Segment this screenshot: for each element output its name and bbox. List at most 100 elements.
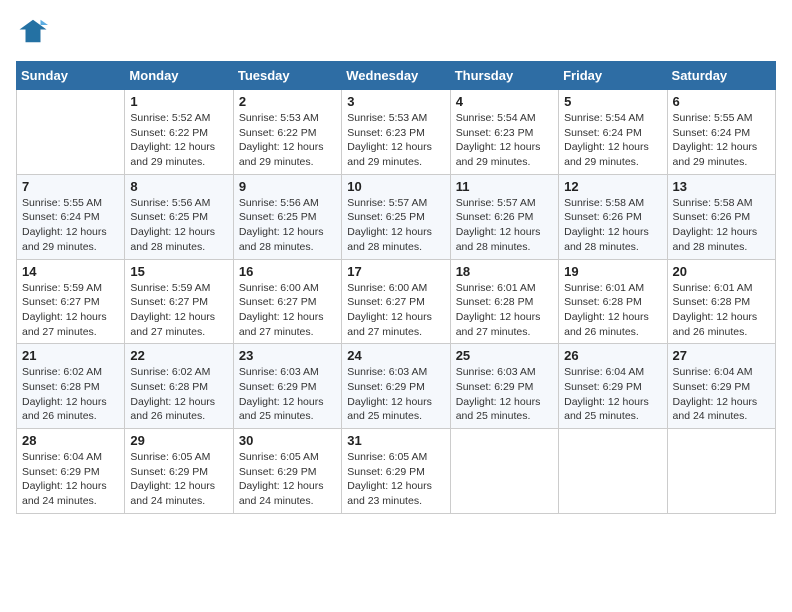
day-info: Sunrise: 6:01 AM Sunset: 6:28 PM Dayligh…: [564, 281, 661, 340]
day-info: Sunrise: 6:02 AM Sunset: 6:28 PM Dayligh…: [22, 365, 119, 424]
calendar-week-row: 7 Sunrise: 5:55 AM Sunset: 6:24 PM Daylig…: [17, 174, 776, 259]
day-info: Sunrise: 5:56 AM Sunset: 6:25 PM Dayligh…: [130, 196, 227, 255]
day-info: Sunrise: 6:00 AM Sunset: 6:27 PM Dayligh…: [347, 281, 444, 340]
day-number: 26: [564, 348, 661, 363]
calendar-cell: [559, 429, 667, 514]
day-info: Sunrise: 6:04 AM Sunset: 6:29 PM Dayligh…: [22, 450, 119, 509]
day-info: Sunrise: 6:00 AM Sunset: 6:27 PM Dayligh…: [239, 281, 336, 340]
calendar-cell: 31 Sunrise: 6:05 AM Sunset: 6:29 PM Dayli…: [342, 429, 450, 514]
day-number: 30: [239, 433, 336, 448]
calendar-week-row: 1Sunrise: 5:52 AM Sunset: 6:22 PM Daylig…: [17, 90, 776, 175]
day-number: 29: [130, 433, 227, 448]
page-header: [16, 16, 776, 51]
calendar-cell: 22Sunrise: 6:02 AM Sunset: 6:28 PM Dayli…: [125, 344, 233, 429]
calendar-cell: 29Sunrise: 6:05 AM Sunset: 6:29 PM Dayli…: [125, 429, 233, 514]
calendar-body: 1Sunrise: 5:52 AM Sunset: 6:22 PM Daylig…: [17, 90, 776, 514]
day-number: 15: [130, 264, 227, 279]
day-number: 20: [673, 264, 770, 279]
day-number: 8: [130, 179, 227, 194]
day-number: 27: [673, 348, 770, 363]
day-info: Sunrise: 6:03 AM Sunset: 6:29 PM Dayligh…: [347, 365, 444, 424]
day-number: 4: [456, 94, 553, 109]
calendar-cell: 21 Sunrise: 6:02 AM Sunset: 6:28 PM Dayli…: [17, 344, 125, 429]
calendar-cell: 6Sunrise: 5:55 AM Sunset: 6:24 PM Daylig…: [667, 90, 775, 175]
header-monday: Monday: [125, 62, 233, 90]
calendar-cell: 18 Sunrise: 6:01 AM Sunset: 6:28 PM Dayli…: [450, 259, 558, 344]
calendar-cell: 20 Sunrise: 6:01 AM Sunset: 6:28 PM Dayli…: [667, 259, 775, 344]
calendar-cell: 26 Sunrise: 6:04 AM Sunset: 6:29 PM Dayli…: [559, 344, 667, 429]
day-number: 28: [22, 433, 119, 448]
day-info: Sunrise: 5:55 AM Sunset: 6:24 PM Dayligh…: [22, 196, 119, 255]
day-info: Sunrise: 5:52 AM Sunset: 6:22 PM Dayligh…: [130, 111, 227, 170]
calendar-week-row: 21 Sunrise: 6:02 AM Sunset: 6:28 PM Dayli…: [17, 344, 776, 429]
calendar-cell: 23 Sunrise: 6:03 AM Sunset: 6:29 PM Dayli…: [233, 344, 341, 429]
header-tuesday: Tuesday: [233, 62, 341, 90]
day-info: Sunrise: 6:05 AM Sunset: 6:29 PM Dayligh…: [239, 450, 336, 509]
calendar-cell: 12Sunrise: 5:58 AM Sunset: 6:26 PM Dayli…: [559, 174, 667, 259]
calendar-cell: 27 Sunrise: 6:04 AM Sunset: 6:29 PM Dayli…: [667, 344, 775, 429]
header-thursday: Thursday: [450, 62, 558, 90]
day-number: 16: [239, 264, 336, 279]
day-info: Sunrise: 6:03 AM Sunset: 6:29 PM Dayligh…: [239, 365, 336, 424]
day-number: 17: [347, 264, 444, 279]
day-number: 21: [22, 348, 119, 363]
header-sunday: Sunday: [17, 62, 125, 90]
day-number: 10: [347, 179, 444, 194]
calendar-week-row: 28 Sunrise: 6:04 AM Sunset: 6:29 PM Dayli…: [17, 429, 776, 514]
day-number: 22: [130, 348, 227, 363]
calendar-table: SundayMondayTuesdayWednesdayThursdayFrid…: [16, 61, 776, 514]
day-info: Sunrise: 5:56 AM Sunset: 6:25 PM Dayligh…: [239, 196, 336, 255]
calendar-week-row: 14 Sunrise: 5:59 AM Sunset: 6:27 PM Dayli…: [17, 259, 776, 344]
calendar-cell: 5 Sunrise: 5:54 AM Sunset: 6:24 PM Daylig…: [559, 90, 667, 175]
calendar-cell: 16 Sunrise: 6:00 AM Sunset: 6:27 PM Dayli…: [233, 259, 341, 344]
calendar-cell: [17, 90, 125, 175]
day-number: 11: [456, 179, 553, 194]
day-info: Sunrise: 5:58 AM Sunset: 6:26 PM Dayligh…: [673, 196, 770, 255]
day-info: Sunrise: 6:03 AM Sunset: 6:29 PM Dayligh…: [456, 365, 553, 424]
calendar-cell: 7 Sunrise: 5:55 AM Sunset: 6:24 PM Daylig…: [17, 174, 125, 259]
day-info: Sunrise: 5:55 AM Sunset: 6:24 PM Dayligh…: [673, 111, 770, 170]
day-info: Sunrise: 5:54 AM Sunset: 6:24 PM Dayligh…: [564, 111, 661, 170]
day-info: Sunrise: 5:54 AM Sunset: 6:23 PM Dayligh…: [456, 111, 553, 170]
day-info: Sunrise: 6:04 AM Sunset: 6:29 PM Dayligh…: [564, 365, 661, 424]
day-number: 23: [239, 348, 336, 363]
calendar-cell: 17 Sunrise: 6:00 AM Sunset: 6:27 PM Dayli…: [342, 259, 450, 344]
day-info: Sunrise: 5:53 AM Sunset: 6:22 PM Dayligh…: [239, 111, 336, 170]
day-info: Sunrise: 6:05 AM Sunset: 6:29 PM Dayligh…: [347, 450, 444, 509]
calendar-cell: 2 Sunrise: 5:53 AM Sunset: 6:22 PM Daylig…: [233, 90, 341, 175]
day-number: 19: [564, 264, 661, 279]
calendar-cell: 8 Sunrise: 5:56 AM Sunset: 6:25 PM Daylig…: [125, 174, 233, 259]
calendar-cell: 9 Sunrise: 5:56 AM Sunset: 6:25 PM Daylig…: [233, 174, 341, 259]
calendar-cell: 10 Sunrise: 5:57 AM Sunset: 6:25 PM Dayli…: [342, 174, 450, 259]
calendar-cell: 3 Sunrise: 5:53 AM Sunset: 6:23 PM Daylig…: [342, 90, 450, 175]
day-number: 9: [239, 179, 336, 194]
calendar-cell: 4 Sunrise: 5:54 AM Sunset: 6:23 PM Daylig…: [450, 90, 558, 175]
calendar-cell: 28 Sunrise: 6:04 AM Sunset: 6:29 PM Dayli…: [17, 429, 125, 514]
calendar-cell: 11 Sunrise: 5:57 AM Sunset: 6:26 PM Dayli…: [450, 174, 558, 259]
day-info: Sunrise: 6:04 AM Sunset: 6:29 PM Dayligh…: [673, 365, 770, 424]
calendar-cell: 30 Sunrise: 6:05 AM Sunset: 6:29 PM Dayli…: [233, 429, 341, 514]
day-number: 14: [22, 264, 119, 279]
day-number: 3: [347, 94, 444, 109]
day-number: 5: [564, 94, 661, 109]
header-friday: Friday: [559, 62, 667, 90]
day-number: 18: [456, 264, 553, 279]
calendar-cell: [450, 429, 558, 514]
day-number: 13: [673, 179, 770, 194]
day-info: Sunrise: 6:01 AM Sunset: 6:28 PM Dayligh…: [673, 281, 770, 340]
header-wednesday: Wednesday: [342, 62, 450, 90]
calendar-cell: 25Sunrise: 6:03 AM Sunset: 6:29 PM Dayli…: [450, 344, 558, 429]
day-info: Sunrise: 5:57 AM Sunset: 6:26 PM Dayligh…: [456, 196, 553, 255]
calendar-cell: 13 Sunrise: 5:58 AM Sunset: 6:26 PM Dayli…: [667, 174, 775, 259]
calendar-header-row: SundayMondayTuesdayWednesdayThursdayFrid…: [17, 62, 776, 90]
day-info: Sunrise: 5:57 AM Sunset: 6:25 PM Dayligh…: [347, 196, 444, 255]
calendar-cell: 14 Sunrise: 5:59 AM Sunset: 6:27 PM Dayli…: [17, 259, 125, 344]
day-info: Sunrise: 5:53 AM Sunset: 6:23 PM Dayligh…: [347, 111, 444, 170]
day-number: 7: [22, 179, 119, 194]
day-number: 31: [347, 433, 444, 448]
day-info: Sunrise: 6:01 AM Sunset: 6:28 PM Dayligh…: [456, 281, 553, 340]
day-number: 2: [239, 94, 336, 109]
calendar-cell: 19 Sunrise: 6:01 AM Sunset: 6:28 PM Dayli…: [559, 259, 667, 344]
day-info: Sunrise: 5:59 AM Sunset: 6:27 PM Dayligh…: [22, 281, 119, 340]
calendar-cell: 1Sunrise: 5:52 AM Sunset: 6:22 PM Daylig…: [125, 90, 233, 175]
